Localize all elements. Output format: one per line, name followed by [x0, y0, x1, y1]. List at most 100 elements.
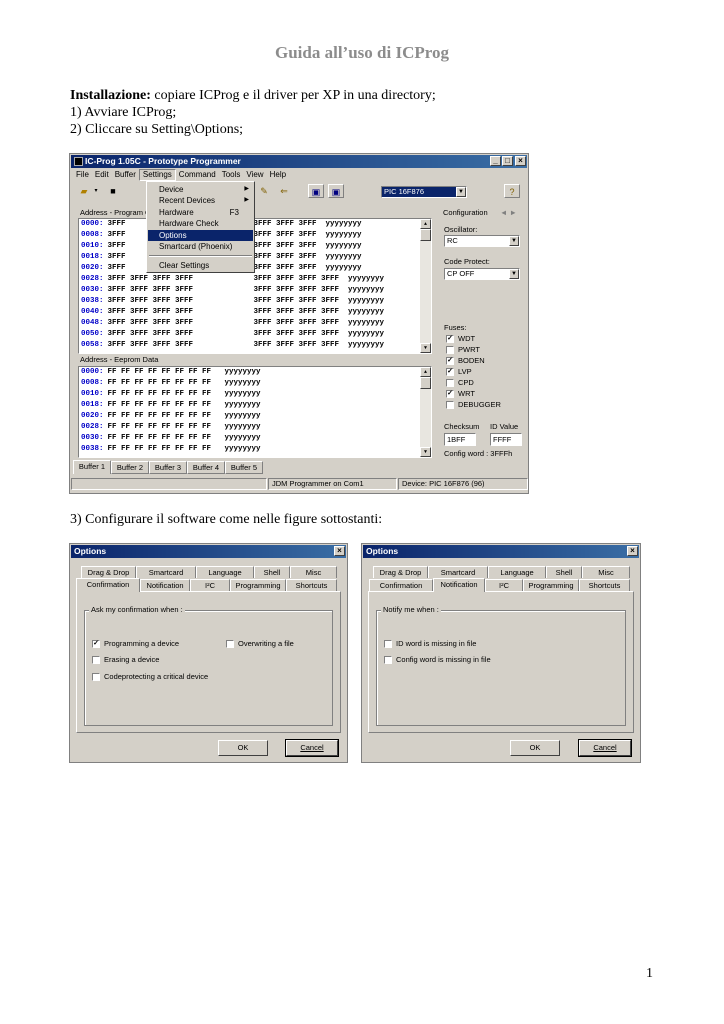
chevron-down-icon[interactable]: ▼ — [509, 236, 519, 246]
scroll-thumb[interactable] — [420, 377, 431, 389]
device-select[interactable]: PIC 16F876 ▼ — [381, 186, 467, 198]
checkbox-id-word-missing[interactable] — [384, 640, 392, 648]
tab-smartcard[interactable]: Smartcard — [136, 566, 196, 578]
menu-file[interactable]: File — [73, 169, 92, 181]
program-row[interactable]: 0008: 3FFF 3FFF 3FFF 3FFF yyyyyyyy — [79, 230, 431, 241]
menu-view[interactable]: View — [243, 169, 266, 181]
scroll-thumb[interactable] — [420, 229, 431, 241]
eeprom-row[interactable]: 0000: FF FF FF FF FF FF FF FF yyyyyyyy — [79, 367, 431, 378]
fuse-checkbox-boden[interactable]: ✓ — [446, 357, 454, 365]
program-row[interactable]: 0058: 3FFF 3FFF 3FFF 3FFF 3FFF 3FFF 3FFF 3… — [79, 340, 431, 351]
program-row[interactable]: 0028: 3FFF 3FFF 3FFF 3FFF 3FFF 3FFF 3FFF 3… — [79, 274, 431, 285]
tab-buffer-4[interactable]: Buffer 4 — [187, 461, 225, 474]
id-value-field[interactable]: FFFF — [490, 433, 522, 446]
program-row[interactable]: 0050: 3FFF 3FFF 3FFF 3FFF 3FFF 3FFF 3FFF 3… — [79, 329, 431, 340]
tab-buffer-1[interactable]: Buffer 1 — [73, 460, 111, 474]
menu-edit[interactable]: Edit — [92, 169, 112, 181]
cancel-button[interactable]: Cancel — [285, 739, 339, 757]
tab-i2c[interactable]: I²C — [485, 579, 523, 591]
checkbox-programming-device[interactable]: ✓ — [92, 640, 100, 648]
help-icon[interactable]: ? — [504, 184, 520, 198]
tab-drag-drop[interactable]: Drag & Drop — [81, 566, 136, 578]
tab-notification[interactable]: Notification — [140, 579, 190, 591]
chevron-down-icon[interactable]: ▼ — [509, 269, 519, 279]
fuse-checkbox-cpd[interactable] — [446, 379, 454, 387]
icprog-titlebar[interactable]: IC-Prog 1.05C - Prototype Programmer _ □… — [71, 155, 527, 168]
close-button[interactable]: × — [515, 156, 526, 166]
checkbox-overwriting-file[interactable] — [226, 640, 234, 648]
eeprom-row[interactable]: 0030: FF FF FF FF FF FF FF FF yyyyyyyy — [79, 433, 431, 444]
eeprom-row[interactable]: 0028: FF FF FF FF FF FF FF FF yyyyyyyy — [79, 422, 431, 433]
tab-confirmation[interactable]: Confirmation — [76, 578, 140, 592]
cancel-button[interactable]: Cancel — [578, 739, 632, 757]
open-file-icon[interactable]: ▰ — [76, 184, 92, 198]
close-button[interactable]: × — [627, 546, 638, 556]
menu-command[interactable]: Command — [176, 169, 219, 181]
menu-item-device[interactable]: Device ▶ — [148, 184, 253, 195]
program-code-grid[interactable]: 0000: 3FFF 3FFF 3FFF 3FFF yyyyyyyy 0008: 3FF… — [78, 218, 432, 354]
tab-drag-drop[interactable]: Drag & Drop — [373, 566, 428, 578]
close-button[interactable]: × — [334, 546, 345, 556]
menu-tools[interactable]: Tools — [219, 169, 244, 181]
code-protect-select[interactable]: CP OFF ▼ — [444, 268, 520, 280]
eeprom-row[interactable]: 0010: FF FF FF FF FF FF FF FF yyyyyyyy — [79, 389, 431, 400]
eeprom-data-grid[interactable]: 0000: FF FF FF FF FF FF FF FF yyyyyyyy 000… — [78, 366, 432, 458]
program-row[interactable]: 0040: 3FFF 3FFF 3FFF 3FFF 3FFF 3FFF 3FFF 3… — [79, 307, 431, 318]
program-row[interactable]: 0048: 3FFF 3FFF 3FFF 3FFF 3FFF 3FFF 3FFF 3… — [79, 318, 431, 329]
ok-button[interactable]: OK — [510, 740, 560, 756]
tab-misc[interactable]: Misc — [582, 566, 630, 578]
tab-confirmation[interactable]: Confirmation — [369, 579, 433, 591]
maximize-button[interactable]: □ — [502, 156, 513, 166]
scroll-up-icon[interactable]: ▲ — [420, 219, 431, 229]
chevron-down-icon[interactable]: ▼ — [456, 187, 466, 197]
tab-notification[interactable]: Notification — [433, 578, 485, 592]
tab-shortcuts[interactable]: Shortcuts — [579, 579, 630, 591]
program-row[interactable]: 0020: 3FFF 3FFF 3FFF 3FFF yyyyyyyy — [79, 263, 431, 274]
menu-item-options[interactable]: Options — [148, 230, 253, 241]
program-row[interactable]: 0030: 3FFF 3FFF 3FFF 3FFF 3FFF 3FFF 3FFF 3… — [79, 285, 431, 296]
fuse-checkbox-pwrt[interactable] — [446, 346, 454, 354]
menu-settings[interactable]: Settings — [138, 169, 176, 181]
tab-shell[interactable]: Shell — [254, 566, 290, 578]
checkbox-codeprotecting[interactable] — [92, 673, 100, 681]
menu-buffer[interactable]: Buffer — [112, 169, 139, 181]
tab-buffer-2[interactable]: Buffer 2 — [111, 461, 149, 474]
tab-shell[interactable]: Shell — [546, 566, 582, 578]
fuse-checkbox-wdt[interactable]: ✓ — [446, 335, 454, 343]
tab-i2c[interactable]: I²C — [190, 579, 230, 591]
menu-item-recent-devices[interactable]: Recent Devices ▶ — [148, 195, 253, 206]
menu-help[interactable]: Help — [267, 169, 289, 181]
menu-item-hardware[interactable]: Hardware F3 — [148, 207, 253, 218]
save-icon[interactable]: ■ — [105, 184, 121, 198]
tab-language[interactable]: Language — [488, 566, 546, 578]
config-nav-arrows-icon[interactable]: ◄ ► — [500, 208, 517, 217]
scroll-down-icon[interactable]: ▼ — [420, 447, 431, 457]
open-dropdown-icon[interactable]: ▾ — [92, 184, 100, 198]
program-row[interactable]: 0010: 3FFF 3FFF 3FFF 3FFF yyyyyyyy — [79, 241, 431, 252]
tab-programming[interactable]: Programming — [523, 579, 579, 591]
tab-misc[interactable]: Misc — [290, 566, 337, 578]
program-icon[interactable]: ✎ — [256, 184, 272, 198]
scroll-up-icon[interactable]: ▲ — [420, 367, 431, 377]
menu-item-hardware-check[interactable]: Hardware Check — [148, 218, 253, 229]
menu-item-smartcard[interactable]: Smartcard (Phoenix) — [148, 241, 253, 252]
eeprom-row[interactable]: 0018: FF FF FF FF FF FF FF FF yyyyyyyy — [79, 400, 431, 411]
fuse-checkbox-wrt[interactable]: ✓ — [446, 390, 454, 398]
ok-button[interactable]: OK — [218, 740, 268, 756]
tab-buffer-5[interactable]: Buffer 5 — [225, 461, 263, 474]
eeprom-row[interactable]: 0020: FF FF FF FF FF FF FF FF yyyyyyyy — [79, 411, 431, 422]
fuse-checkbox-debugger[interactable] — [446, 401, 454, 409]
tab-language[interactable]: Language — [196, 566, 254, 578]
program-row[interactable]: 0038: 3FFF 3FFF 3FFF 3FFF 3FFF 3FFF 3FFF 3… — [79, 296, 431, 307]
fuse-checkbox-lvp[interactable]: ✓ — [446, 368, 454, 376]
program-row[interactable]: 0018: 3FFF 3FFF 3FFF 3FFF yyyyyyyy — [79, 252, 431, 263]
tab-smartcard[interactable]: Smartcard — [428, 566, 488, 578]
eeprom-row[interactable]: 0008: FF FF FF FF FF FF FF FF yyyyyyyy — [79, 378, 431, 389]
window2-icon[interactable]: ▣ — [328, 184, 344, 198]
scroll-down-icon[interactable]: ▼ — [420, 343, 431, 353]
options-titlebar[interactable]: Options × — [363, 545, 639, 558]
eeprom-row[interactable]: 0038: FF FF FF FF FF FF FF FF yyyyyyyy — [79, 444, 431, 455]
checkbox-erasing-device[interactable] — [92, 656, 100, 664]
eeprom-scrollbar[interactable]: ▲ ▼ — [420, 367, 431, 457]
program-row[interactable]: 0000: 3FFF 3FFF 3FFF 3FFF yyyyyyyy — [79, 219, 431, 230]
